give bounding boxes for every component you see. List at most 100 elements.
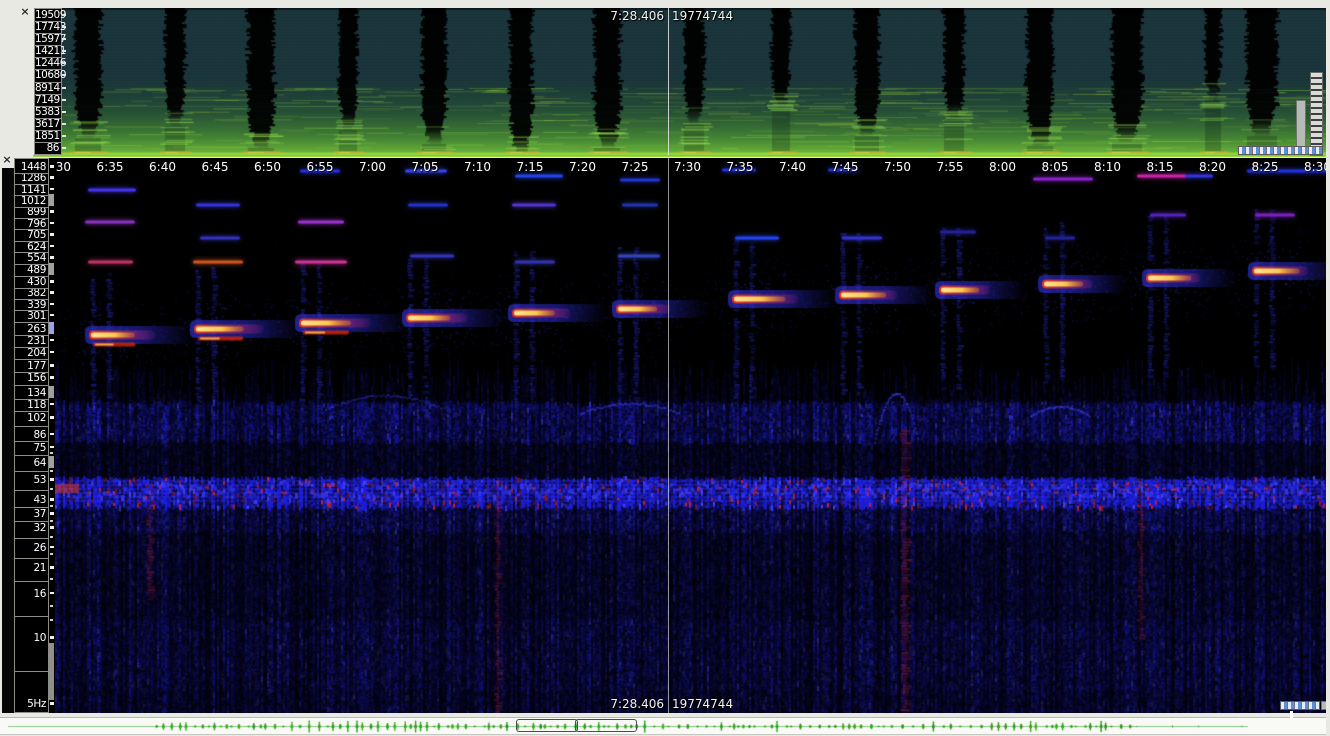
frequency-label: 10680: [35, 69, 59, 81]
scale-cell-divider: [15, 471, 48, 472]
frequency-label: 86: [35, 142, 59, 154]
scale-cell-divider: [15, 173, 48, 174]
frequency-label: 32: [15, 522, 46, 534]
frequency-minor-tick: [50, 470, 53, 472]
overview-waveform-canvas[interactable]: [0, 718, 1330, 734]
scale-cell-divider: [15, 359, 48, 360]
pane2-spectrogram-canvas[interactable]: [55, 158, 1326, 713]
frequency-minor-tick: [50, 536, 53, 538]
frequency-tick: [50, 416, 54, 419]
pane2-close-button[interactable]: ×: [1, 155, 13, 167]
pane-separator-line: [33, 155, 1326, 157]
frequency-label: 118: [15, 399, 46, 411]
pane1-close-button[interactable]: ×: [19, 7, 31, 19]
frequency-tick: [50, 351, 54, 354]
overview-selection-rect[interactable]: [516, 719, 578, 732]
scale-cell-divider: [15, 264, 48, 265]
scale-cell-divider: [15, 241, 48, 242]
scale-cell-divider: [15, 455, 48, 456]
scale-marker-thumb[interactable]: [49, 386, 54, 398]
scale-cell-divider: [15, 558, 48, 559]
scale-cell-divider: [15, 184, 48, 185]
frequency-tick: [50, 176, 54, 179]
frequency-label: 1448: [15, 161, 46, 173]
scale-cell-divider: [15, 288, 48, 289]
pane1-frequency-scale[interactable]: 1950917743159771421112446106808914714953…: [34, 8, 62, 155]
frequency-label: 10: [15, 632, 46, 644]
scale-cell-divider: [35, 118, 61, 119]
scale-cell-divider: [15, 195, 48, 196]
frequency-label: 102: [15, 412, 46, 424]
frequency-label: 430: [15, 276, 46, 288]
scale-cell-divider: [15, 507, 48, 508]
frequency-label: 796: [15, 218, 46, 230]
frequency-minor-tick: [50, 505, 53, 507]
frequency-label: 15977: [35, 33, 59, 45]
frequency-label: 53: [15, 474, 46, 486]
scale-cell-divider: [15, 335, 48, 336]
frequency-tick: [50, 546, 54, 549]
scale-cell-divider: [15, 490, 48, 491]
frequency-label: 177: [15, 360, 46, 372]
scale-marker-thumb[interactable]: [49, 643, 54, 700]
frequency-minor-tick: [50, 553, 53, 555]
frequency-label: 12446: [35, 57, 59, 69]
scale-marker-thumb[interactable]: [49, 322, 54, 334]
frequency-label: 624: [15, 241, 46, 253]
frequency-label: 204: [15, 347, 46, 359]
frequency-label: 17743: [35, 21, 59, 33]
playback-cursor-line-pane1[interactable]: [668, 8, 669, 155]
frequency-label: 5383: [35, 106, 59, 118]
frequency-label: 14211: [35, 45, 59, 57]
frequency-label: 43: [15, 494, 46, 506]
frequency-label: 705: [15, 229, 46, 241]
frequency-label: 3617: [35, 118, 59, 130]
frequency-label: 5Hz: [15, 698, 46, 710]
scale-marker-thumb[interactable]: [49, 456, 54, 468]
frequency-tick: [50, 188, 54, 191]
frequency-tick: [50, 478, 54, 481]
frequency-label: 16: [15, 588, 46, 600]
scale-cell-divider: [15, 581, 48, 582]
scale-cell-divider: [15, 411, 48, 412]
frequency-label: 8914: [35, 82, 59, 94]
frequency-minor-tick: [50, 619, 53, 621]
playback-cursor-line-pane2[interactable]: [668, 158, 669, 713]
frequency-label: 1012: [15, 195, 46, 207]
frequency-label: 899: [15, 206, 46, 218]
scale-cell-divider: [35, 82, 61, 83]
frequency-tick: [50, 303, 54, 306]
frequency-label: 7149: [35, 94, 59, 106]
frequency-minor-tick: [50, 520, 53, 522]
frequency-tick: [50, 222, 54, 225]
scale-cell-divider: [15, 322, 48, 323]
scale-cell-divider: [15, 441, 48, 442]
scale-cell-divider: [35, 106, 61, 107]
pane2-frequency-scale[interactable]: 1448128611411012899796705624554489430382…: [14, 158, 49, 713]
frequency-tick: [50, 291, 54, 294]
frequency-tick: [50, 512, 54, 515]
scale-marker-thumb[interactable]: [49, 263, 54, 275]
frequency-tick: [50, 376, 54, 379]
frequency-label: 64: [15, 457, 46, 469]
scale-cell-divider: [35, 69, 61, 70]
overview-selection-rect[interactable]: [575, 719, 637, 732]
pane1-spectrogram-canvas[interactable]: [62, 8, 1326, 155]
frequency-label: 301: [15, 310, 46, 322]
scale-cell-divider: [35, 57, 61, 58]
frequency-minor-tick: [50, 488, 53, 490]
scale-cell-divider: [15, 671, 48, 672]
frequency-label: 86: [15, 429, 46, 441]
frequency-label: 382: [15, 287, 46, 299]
frequency-tick: [50, 245, 54, 248]
scale-cell-divider: [15, 299, 48, 300]
frequency-label: 231: [15, 335, 46, 347]
scale-cell-divider: [15, 399, 48, 400]
frequency-tick: [50, 592, 54, 595]
scale-cell-divider: [35, 94, 61, 95]
scale-marker-thumb[interactable]: [49, 194, 54, 206]
pane2-left-strip: [2, 168, 14, 713]
pane1-level-meter[interactable]: [1310, 72, 1323, 156]
scale-cell-divider: [15, 310, 48, 311]
window-right-margin: [1326, 0, 1330, 736]
